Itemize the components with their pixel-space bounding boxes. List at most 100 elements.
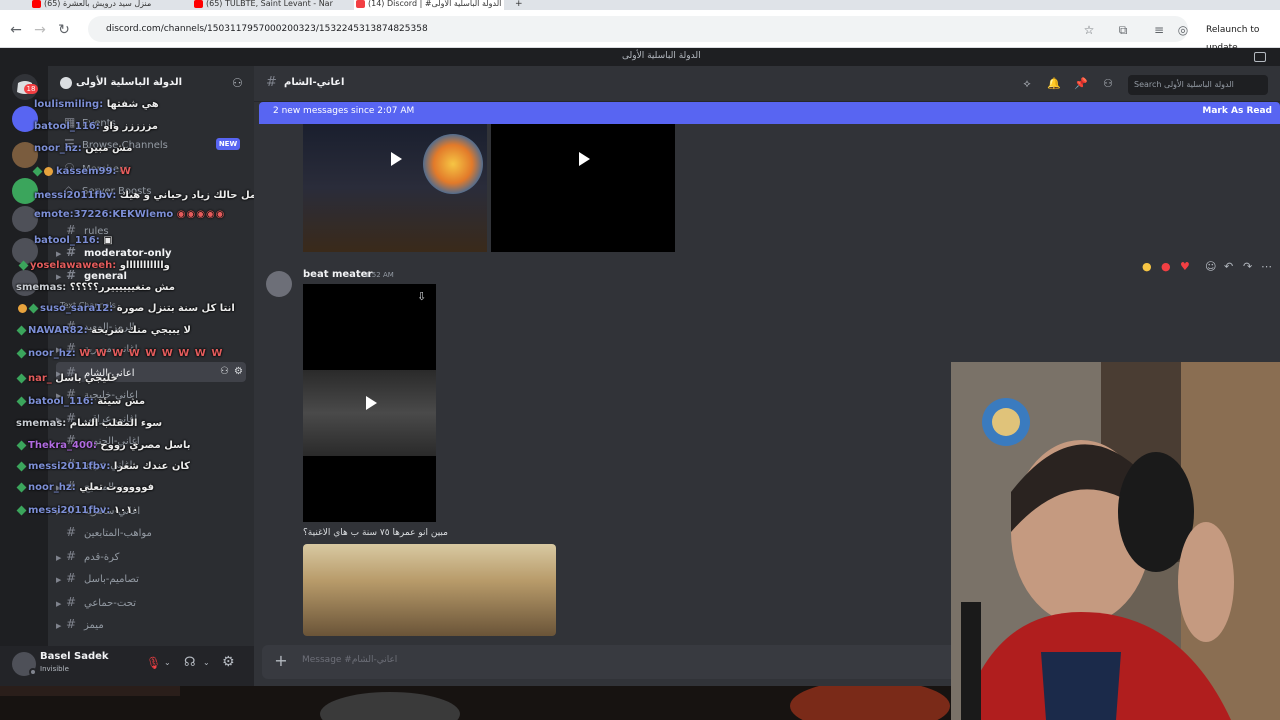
browser-tab-active[interactable]: (14) Discord | #اعاني الشام | الدولة الب… [354, 0, 504, 10]
chevron-down-icon[interactable]: ⌄ [164, 658, 171, 667]
channel-item[interactable]: ▶ # تصاميم-باسل [56, 568, 139, 588]
bookmark-star-icon[interactable]: ☆ [1082, 23, 1096, 37]
browser-tab[interactable]: (65) منزل سيد درويش بالعشرة [30, 0, 180, 10]
hash-icon: # [66, 595, 77, 609]
mic-muted-icon[interactable]: 🎙 [146, 656, 161, 670]
youtube-icon [194, 0, 203, 8]
download-icon[interactable]: ⇩ [417, 290, 426, 303]
badge-icon [16, 505, 27, 515]
play-icon[interactable] [391, 152, 402, 166]
chat-message: لا يبيجي منك شريحة [91, 325, 191, 336]
chat-user: messi2011fbv: [28, 461, 111, 472]
chat-overlay-line: messi2011fbv: عامل حالك زياد رحباني و هي… [34, 190, 267, 201]
address-bar[interactable]: discord.com/channels/1503117957000200323… [88, 16, 1188, 42]
back-icon[interactable]: ← [8, 22, 24, 38]
chat-overlay-line: messi2011fbv: ١٠١٠ [16, 505, 139, 516]
media-icon[interactable]: ≡ [1152, 23, 1166, 37]
discord-title-bar: الدولة الباسلية الأولى [0, 48, 1280, 66]
gear-icon[interactable]: ⚙ [222, 654, 235, 670]
message-author[interactable]: beat meater [303, 269, 372, 280]
guild-header[interactable]: الدولة الباسلية الأولى ⌄ ⚇ [48, 66, 254, 102]
more-icon[interactable]: ⋯ [1261, 260, 1272, 273]
relaunch-button[interactable]: Relaunch to update [1200, 21, 1280, 53]
channel-item[interactable]: ▶ # ميمز [56, 614, 104, 634]
chat-user: batool_116: [28, 396, 94, 407]
badge-icon [16, 440, 27, 450]
heart-icon[interactable]: ♥ [1180, 260, 1190, 273]
chat-user: nar_ [28, 373, 52, 384]
avatar[interactable] [266, 271, 292, 297]
extensions-icon[interactable]: ⧉ [1116, 23, 1130, 37]
chat-user: noor_hz: [28, 348, 76, 359]
add-attachment-icon[interactable]: + [272, 652, 290, 670]
video-attachment[interactable] [303, 124, 487, 252]
username: Basel Sadek [40, 651, 109, 662]
guild-icon [60, 77, 72, 89]
chat-overlay-line: nar_ خليجي باسل [16, 373, 118, 384]
gear-icon[interactable]: ⚙ [234, 362, 243, 382]
chevron-right-icon: ▶ [56, 554, 62, 562]
channel-item[interactable]: # مواهب-المتابعين [56, 522, 152, 542]
chat-user: loulismiling: [34, 99, 104, 110]
chevron-down-icon: ⌄ [154, 77, 162, 87]
badge-icon [16, 325, 27, 335]
discord-icon [356, 0, 365, 8]
chat-user: noor_hz: [28, 482, 76, 493]
browser-tab[interactable]: (65) TULBTE, Saint Levant - Nar [192, 0, 342, 10]
pin-icon[interactable]: 📌 [1074, 77, 1088, 91]
new-messages-bar[interactable]: 2 new messages since 2:07 AM Mark As Rea… [259, 102, 1280, 124]
channel-item[interactable]: ▶ # كرة-قدم [56, 546, 119, 566]
play-icon[interactable] [366, 396, 377, 410]
forward-icon[interactable]: → [32, 22, 48, 38]
chevron-down-icon[interactable]: ⌄ [203, 658, 210, 667]
play-icon[interactable] [579, 152, 590, 166]
chat-overlay-line: noor_hz: W W W W W W W W W [16, 348, 223, 359]
chat-message: مش متغييييييرر؟؟؟؟؟ [69, 282, 175, 293]
inbox-icon[interactable] [1254, 52, 1266, 62]
reply-icon[interactable]: ↶ [1224, 260, 1233, 273]
hash-icon: # [66, 525, 77, 539]
chat-overlay-line: smemas: مش متغييييييرر؟؟؟؟؟ [16, 282, 175, 293]
chat-message: واااااااااااو [119, 260, 170, 271]
chat-message: فوووووت تعلي [79, 482, 155, 493]
emote-icon: ◉◉◉◉◉ [176, 209, 226, 220]
invite-icon[interactable]: ⚇ [220, 362, 229, 382]
message-timestamp: 1:52 AM [365, 271, 394, 279]
search-input[interactable]: Search الدولة الباسلية الأولى [1128, 75, 1268, 95]
channel-label: تصاميم-باسل [84, 574, 139, 585]
badge-icon [28, 303, 39, 313]
channel-label: تحت-حماعي [84, 598, 136, 609]
channel-item[interactable]: ▶ # تحت-حماعي [56, 592, 136, 612]
add-reaction-icon[interactable]: ☺ [1205, 260, 1216, 273]
forward-icon[interactable]: ↷ [1243, 260, 1252, 273]
badge-icon [16, 348, 27, 358]
chat-message: كان عندك شعرا [113, 461, 190, 472]
chat-message: انتا كل سنة بتنزل صورة [116, 303, 235, 314]
video-attachment[interactable] [491, 124, 675, 252]
browser-tab-bar: (65) منزل سيد درويش بالعشرة (65) TULBTE,… [0, 0, 1280, 10]
chat-user: emote:37226:KEKWlemo [34, 209, 174, 220]
badge-icon [32, 166, 43, 176]
channel-label: كرة-قدم [84, 552, 120, 563]
threads-icon[interactable]: ⟡ [1020, 77, 1034, 91]
profile-icon[interactable]: ◎ [1176, 23, 1190, 37]
reaction-icon[interactable]: ● [1161, 260, 1171, 273]
video-attachment[interactable] [303, 544, 556, 636]
message-text: مبين انو عمرها ٧٥ سنة ب هاي الاغنية؟ [303, 528, 448, 538]
chat-overlay-line: loulismiling: هي شفتها [34, 99, 159, 110]
headphones-icon[interactable]: ☊ [184, 655, 196, 670]
bell-icon[interactable]: 🔔 [1047, 77, 1061, 91]
member-list-icon[interactable]: ⚇ [1101, 77, 1115, 91]
chat-user: smemas: [16, 282, 67, 293]
chat-overlay-line: batool_116: مش سيئة [16, 396, 145, 407]
new-tab-button[interactable]: + [515, 0, 523, 9]
reaction-icon[interactable]: ● [1142, 260, 1152, 273]
chat-user: NAWAR82: [28, 325, 88, 336]
video-attachment[interactable]: ⇩ [303, 284, 436, 522]
chat-message: ١٠١٠ [113, 505, 139, 516]
url-text: discord.com/channels/1503117957000200323… [106, 24, 428, 34]
mark-as-read-button[interactable]: Mark As Read [1202, 106, 1272, 116]
add-member-icon[interactable]: ⚇ [232, 76, 243, 90]
video-thumbnail [303, 370, 436, 456]
reload-icon[interactable]: ↻ [56, 22, 72, 38]
